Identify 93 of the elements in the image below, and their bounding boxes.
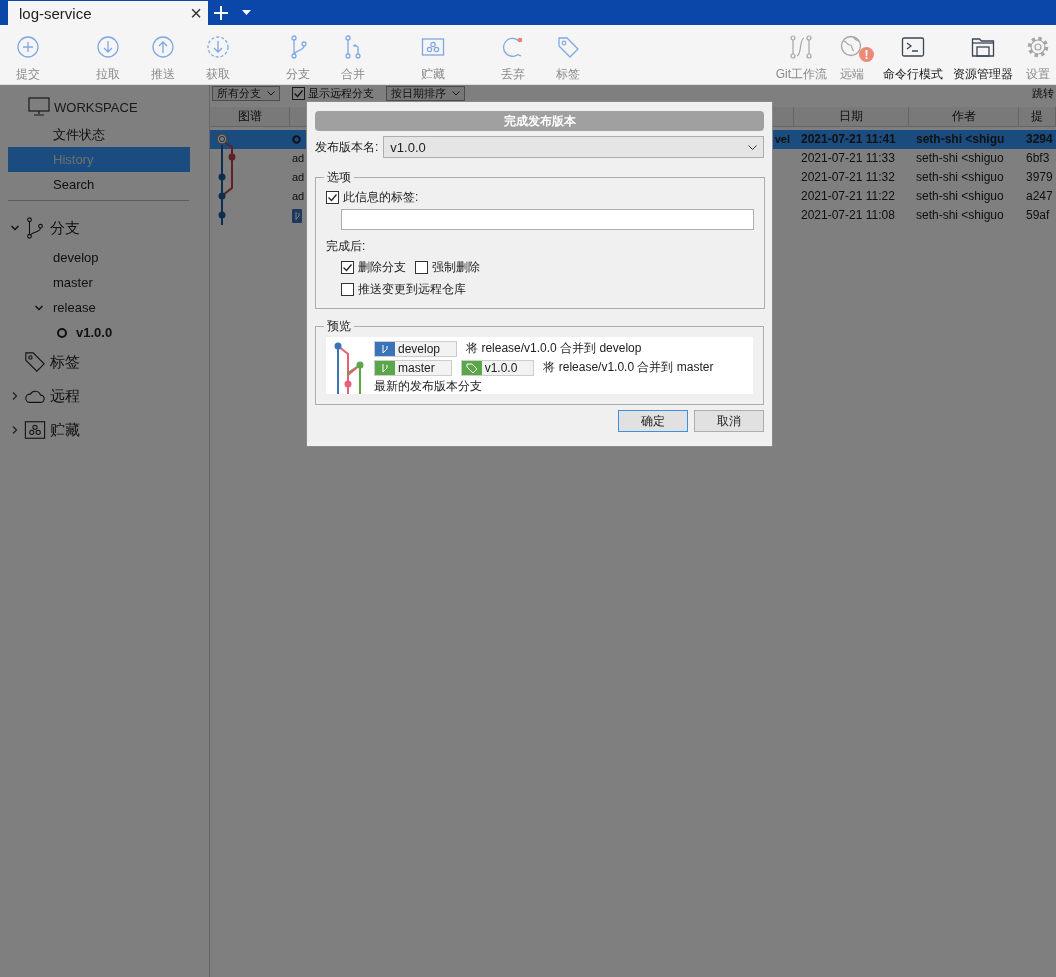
- checked-checkbox[interactable]: [326, 190, 339, 204]
- commit-hash: 6bf3: [1025, 150, 1051, 167]
- preview-text: 最新的发布版本分支: [374, 378, 482, 395]
- tag-label: v1.0.0: [460, 359, 535, 376]
- commit-date: 2021-07-21 11:32: [800, 169, 896, 186]
- checkbox-label[interactable]: 此信息的标签:: [343, 188, 419, 206]
- jump-to-label[interactable]: 跳转: [1032, 86, 1054, 100]
- chevron-down-icon: [452, 90, 460, 96]
- stash-icon: [24, 418, 46, 442]
- dialog-title: 完成发布版本: [315, 111, 764, 131]
- column-header[interactable]: 日期: [794, 107, 909, 127]
- section-label: 完成后:: [326, 238, 366, 254]
- field-label: 发布版本名:: [315, 138, 379, 156]
- branch-item[interactable]: develop: [53, 250, 99, 265]
- column-header[interactable]: 图谱: [210, 107, 290, 127]
- commit-author: seth-shi <shiguo: [915, 150, 1005, 167]
- column-header[interactable]: 作者: [909, 107, 1019, 127]
- upload-icon: [150, 35, 175, 59]
- branch-label: develop: [374, 340, 458, 357]
- terminal-icon: [901, 35, 925, 59]
- stash-icon: [420, 35, 445, 59]
- chevron-down-icon[interactable]: [10, 223, 20, 233]
- plus-icon: [15, 35, 40, 59]
- chevron-down-icon: [748, 144, 757, 150]
- commit-author: seth-shi <shiguo: [915, 188, 1005, 205]
- section-title: WORKSPACE: [54, 99, 138, 115]
- chevron-right-icon[interactable]: [10, 425, 20, 435]
- commit-author: seth-shi <shiguo: [915, 207, 1005, 224]
- branch-item[interactable]: v1.0.0: [76, 325, 113, 340]
- preview-text: 将 release/v1.0.0 合并到 develop: [466, 340, 642, 357]
- checkbox-label[interactable]: 强制删除: [432, 258, 480, 276]
- toolbar-button[interactable]: 命令行模式: [880, 25, 946, 84]
- add-icon[interactable]: [214, 5, 228, 20]
- commit-author: seth-shi <shigu: [915, 131, 1006, 148]
- globe-icon: [840, 35, 864, 59]
- checkbox-label[interactable]: 显示远程分支: [308, 86, 374, 100]
- branch-filter-dropdown[interactable]: 所有分支: [212, 85, 280, 101]
- commit-date: 2021-07-21 11:08: [800, 207, 896, 224]
- folder-icon: [971, 35, 995, 59]
- sidebar-section[interactable]: 分支: [50, 218, 80, 238]
- commit-hash: 3294: [1025, 131, 1054, 148]
- discard-icon: [500, 35, 525, 59]
- branch-label-icon: [292, 208, 302, 223]
- ring-icon: [292, 135, 301, 144]
- group-title: 预览: [326, 318, 352, 335]
- sidebar-section[interactable]: 贮藏: [50, 420, 80, 440]
- version-dropdown[interactable]: v1.0.0: [383, 136, 764, 158]
- chevron-right-icon[interactable]: [10, 391, 20, 401]
- sidebar-section[interactable]: 标签: [50, 352, 80, 372]
- sort-dropdown[interactable]: 按日期排序: [386, 85, 465, 101]
- tab-label: log-service: [19, 4, 92, 22]
- branch-icon: [24, 216, 46, 240]
- toolbar-button[interactable]: 资源管理器: [950, 25, 1016, 84]
- monitor-icon: [28, 97, 50, 117]
- sidebar-section[interactable]: 远程: [50, 386, 80, 406]
- branch-item[interactable]: master: [53, 275, 93, 290]
- commit-message: vel: [774, 132, 790, 147]
- preview-text: 将 release/v1.0.0 合并到 master: [543, 359, 714, 376]
- ring-icon: [57, 327, 67, 338]
- checkbox[interactable]: [341, 282, 354, 296]
- branch-label: master: [374, 359, 452, 376]
- dropdown-icon[interactable]: [242, 10, 251, 15]
- sidebar-item[interactable]: Search: [8, 172, 190, 197]
- checkbox-label[interactable]: 推送变更到远程仓库: [358, 280, 466, 298]
- dialog-button[interactable]: 确定: [618, 410, 688, 432]
- branch-item[interactable]: release: [53, 300, 96, 315]
- dialog-button[interactable]: 取消: [694, 410, 764, 432]
- tag-icon: [24, 350, 46, 374]
- tag-icon: [555, 35, 580, 59]
- git-flow-icon: [789, 35, 814, 59]
- commit-hash: a247: [1025, 188, 1054, 205]
- sidebar-item[interactable]: 文件状态: [8, 122, 190, 147]
- settings-icon: [1026, 35, 1050, 59]
- fetch-icon: [205, 35, 230, 59]
- commit-hash: 3979: [1025, 169, 1054, 186]
- alert-badge: !: [859, 47, 874, 62]
- group-title: 选项: [326, 169, 352, 186]
- tag-message-field[interactable]: [341, 209, 754, 230]
- commit-date: 2021-07-21 11:22: [800, 188, 896, 205]
- checked-checkbox[interactable]: [341, 260, 354, 274]
- checkbox[interactable]: [415, 260, 428, 274]
- tab[interactable]: log-service ×: [8, 1, 208, 25]
- commit-author: seth-shi <shiguo: [915, 169, 1005, 186]
- commit-date: 2021-07-21 11:41: [800, 131, 897, 148]
- column-header[interactable]: 提: [1019, 107, 1056, 127]
- chevron-down-icon: [267, 90, 275, 96]
- commit-date: 2021-07-21 11:33: [800, 150, 896, 167]
- close-tab-button[interactable]: ×: [190, 3, 202, 23]
- checked-checkbox[interactable]: [292, 86, 305, 100]
- download-icon: [95, 35, 120, 59]
- checkbox-label[interactable]: 删除分支: [358, 258, 406, 276]
- commit-hash: 59af: [1025, 207, 1051, 224]
- commit-message: ad: [292, 151, 305, 166]
